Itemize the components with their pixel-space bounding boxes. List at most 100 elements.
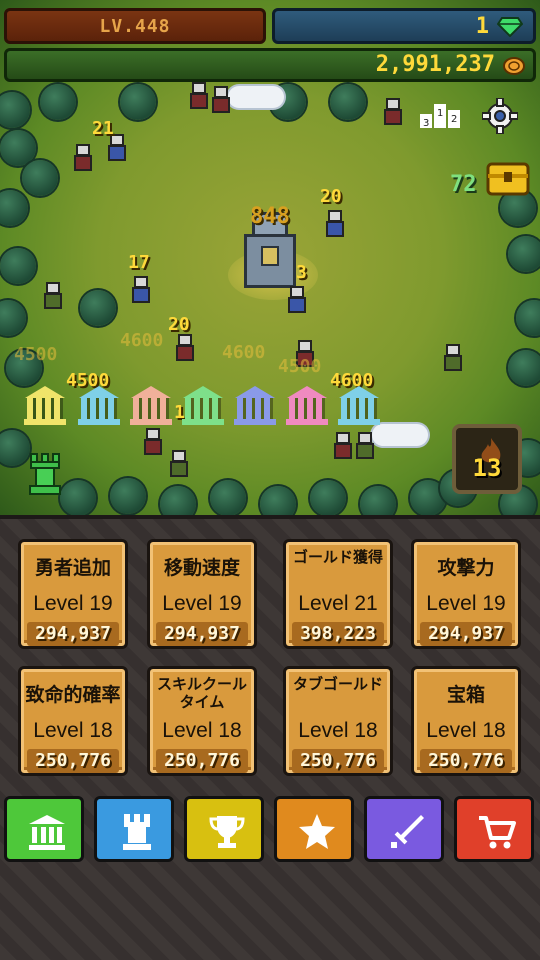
upgrade-price: 294,937 (156, 622, 248, 646)
upgrade-name: タブゴールド (292, 675, 383, 693)
tree (0, 92, 30, 128)
hero-unit (380, 98, 406, 128)
upgrade-price: 250,776 (292, 749, 384, 773)
tree (0, 430, 30, 466)
enemy-unit (40, 282, 66, 312)
upgrade-name: 致命的確率 (25, 684, 121, 706)
upgrade-card-skill-cooldown[interactable]: スキルクールタイム Level 18 250,776 (147, 666, 257, 776)
tree (160, 486, 196, 515)
tab-tower-button[interactable] (94, 796, 174, 862)
upgrade-card-gold-gain[interactable]: ゴールド獲得 Level 21 398,223 (283, 539, 393, 649)
upgrade-name: 勇者追加 (34, 557, 111, 579)
tree (260, 486, 296, 515)
ranking-icon[interactable]: 3 1 2 (420, 102, 460, 128)
top-hud: LV.448 1 2,991,237 (0, 0, 540, 86)
temple-aqua[interactable] (338, 386, 380, 426)
upgrade-level: Level 18 (33, 719, 113, 742)
damage-number: 17 (128, 252, 150, 273)
damage-number: 3 (296, 262, 307, 283)
tree (508, 350, 540, 386)
tab-star-button[interactable] (274, 796, 354, 862)
upgrade-level: Level 19 (426, 592, 506, 615)
tree (210, 480, 246, 515)
svg-text:1: 1 (437, 108, 443, 119)
tower-icon (123, 814, 151, 850)
damage-number: 4600 (120, 330, 164, 351)
cloud (228, 86, 284, 108)
upgrade-price: 250,776 (420, 749, 512, 773)
temple-cyan[interactable] (78, 386, 120, 426)
upgrade-name: ゴールド獲得 (292, 548, 383, 566)
level-bar: LV.448 (4, 8, 266, 44)
star-icon (299, 814, 335, 849)
tree (60, 480, 96, 515)
upgrade-card-add-hero[interactable]: 勇者追加 Level 19 294,937 (18, 539, 128, 649)
rook-tower-icon[interactable] (28, 452, 62, 496)
gem-icon (497, 17, 523, 37)
tree (22, 160, 58, 196)
upgrade-name: 移動速度 (163, 557, 240, 579)
tree (310, 480, 346, 515)
enemy-unit (352, 432, 378, 462)
hero-unit (70, 144, 96, 174)
hero-unit (140, 428, 166, 458)
upgrade-price: 250,776 (27, 749, 119, 773)
hero-unit (172, 334, 198, 364)
hero-unit (208, 86, 234, 116)
upgrade-card-crit-rate[interactable]: 致命的確率 Level 18 250,776 (18, 666, 128, 776)
tree (360, 486, 396, 515)
upgrade-card-move-speed[interactable]: 移動速度 Level 19 294,937 (147, 539, 257, 649)
damage-number: 848 (250, 204, 290, 229)
treasure-chest-icon[interactable] (486, 160, 530, 196)
shield-icon (261, 246, 279, 266)
tree (0, 190, 28, 226)
temple-blue[interactable] (234, 386, 276, 426)
damage-number: 20 (320, 186, 342, 207)
cloud (372, 424, 428, 446)
cart-icon (479, 816, 516, 849)
upgrade-name: スキルクールタイム (156, 675, 247, 711)
tree (330, 84, 366, 120)
temple-peach[interactable] (130, 386, 172, 426)
damage-number: 4500 (278, 356, 322, 377)
skill-button[interactable]: 13 (452, 424, 522, 494)
damage-number: 4500 (14, 344, 58, 365)
temple-pink[interactable] (286, 386, 328, 426)
upgrade-card-treasure[interactable]: 宝箱 Level 18 250,776 (411, 666, 521, 776)
hero-unit (284, 286, 310, 316)
upgrade-level: Level 21 (298, 592, 378, 615)
damage-number: 21 (92, 118, 114, 139)
gold-bar: 2,991,237 (4, 48, 536, 82)
svg-text:2: 2 (451, 114, 457, 125)
skill-count: 13 (472, 454, 502, 482)
tree (80, 290, 116, 326)
tab-shop-button[interactable] (454, 796, 534, 862)
tab-trophy-button[interactable] (184, 796, 264, 862)
damage-number: 20 (168, 314, 190, 335)
upgrade-name: 宝箱 (446, 684, 485, 706)
upgrade-price: 294,937 (27, 622, 119, 646)
damage-number: 4600 (222, 342, 266, 363)
tree (0, 300, 26, 336)
trophy-icon (209, 816, 245, 848)
upgrade-card-attack[interactable]: 攻撃力 Level 19 294,937 (411, 539, 521, 649)
tree (40, 84, 76, 120)
tree (110, 478, 146, 514)
upgrade-card-tap-gold[interactable]: タブゴールド Level 18 250,776 (283, 666, 393, 776)
tab-sword-button[interactable] (364, 796, 444, 862)
enemy-unit (440, 344, 466, 374)
tree (516, 300, 540, 336)
gem-count: 1 (475, 14, 489, 39)
enemy-unit (166, 450, 192, 480)
gem-bar[interactable]: 1 (272, 8, 536, 44)
upgrade-name: 攻撃力 (437, 557, 495, 579)
upgrade-price: 250,776 (156, 749, 248, 773)
tab-temple-button[interactable] (4, 796, 84, 862)
gear-icon[interactable] (482, 98, 518, 134)
temple-yellow[interactable] (24, 386, 66, 426)
chest-count: 72 (450, 172, 477, 197)
temple-icon (29, 815, 65, 850)
upgrade-level: Level 19 (162, 592, 242, 615)
upgrade-level: Level 18 (426, 719, 506, 742)
temple-green[interactable] (182, 386, 224, 426)
